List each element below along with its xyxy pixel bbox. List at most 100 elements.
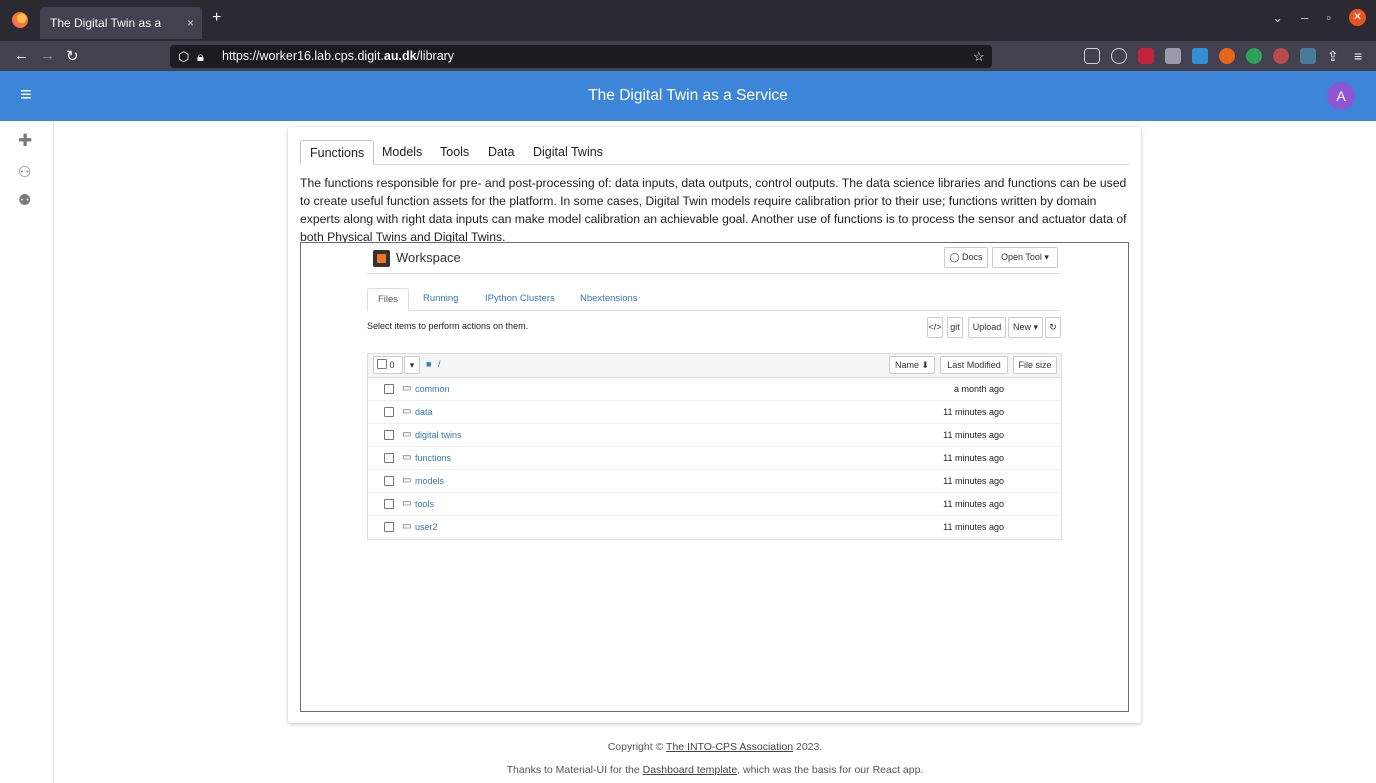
file-modified: a month ago: [953, 384, 1004, 394]
path-root[interactable]: /: [438, 359, 441, 369]
select-dropdown-button[interactable]: ▾: [404, 356, 420, 374]
browser-tab[interactable]: The Digital Twin as a Service ×: [40, 7, 202, 62]
tab-models[interactable]: Models: [373, 140, 431, 165]
upload-button[interactable]: Upload: [968, 317, 1006, 338]
main-card: Functions Models Tools Data Digital Twin…: [288, 127, 1141, 723]
file-row[interactable]: ▭ tools 11 minutes ago: [368, 493, 1061, 516]
jtab-ipython-clusters[interactable]: IPython Clusters: [475, 288, 565, 311]
file-row[interactable]: ▭ models 11 minutes ago: [368, 470, 1061, 493]
file-row[interactable]: ▭ digital twins 11 minutes ago: [368, 424, 1061, 447]
extension-red-icon[interactable]: [1273, 48, 1289, 64]
new-tab-button[interactable]: +: [212, 9, 221, 27]
row-checkbox[interactable]: [384, 384, 394, 394]
file-name-link[interactable]: data: [415, 407, 433, 417]
tab-tools[interactable]: Tools: [431, 140, 478, 165]
file-row[interactable]: ▭ data 11 minutes ago: [368, 401, 1061, 424]
avatar[interactable]: A: [1327, 82, 1355, 110]
folder-icon: ▭: [402, 383, 412, 394]
folder-icon: ▭: [402, 452, 412, 463]
people-icon[interactable]: ⚇: [18, 163, 31, 181]
puzzle-piece-icon[interactable]: ✚: [18, 131, 32, 151]
folder-icon[interactable]: ■: [426, 359, 431, 369]
select-all-button[interactable]: 0: [373, 356, 403, 374]
sort-modified-button[interactable]: Last Modified: [940, 356, 1008, 374]
app-title: The Digital Twin as a Service: [588, 87, 788, 104]
forward-icon[interactable]: →: [40, 47, 55, 64]
extension-icon[interactable]: [1165, 48, 1181, 64]
sidebar: ✚ ⚇ ⚉: [0, 121, 54, 783]
copyright-suffix: 2023.: [793, 741, 823, 753]
row-checkbox[interactable]: [384, 522, 394, 532]
lock-icon[interactable]: 🔒︎: [197, 45, 204, 68]
docs-button[interactable]: ◯ Docs: [944, 247, 988, 268]
file-row[interactable]: ▭ user2 11 minutes ago: [368, 516, 1061, 539]
share-icon[interactable]: ⇪: [1327, 48, 1343, 64]
github-icon: ◯: [949, 252, 963, 262]
file-name-link[interactable]: tools: [415, 499, 434, 509]
file-row[interactable]: ▭ common a month ago: [368, 378, 1061, 401]
extension-blue-icon[interactable]: [1300, 48, 1316, 64]
url-prefix: https://worker16.lab.cps.digit.: [222, 49, 384, 63]
pocket-icon[interactable]: [1084, 48, 1100, 64]
browser-tab-strip: The Digital Twin as a Service × + ⌄ – ▫ …: [0, 0, 1376, 62]
users-settings-icon[interactable]: ⚉: [18, 191, 31, 209]
thanks-prefix: Thanks to Material-UI for the: [506, 764, 643, 776]
file-name-link[interactable]: user2: [415, 522, 438, 532]
row-checkbox[interactable]: [384, 430, 394, 440]
account-icon[interactable]: [1111, 48, 1127, 64]
file-modified: 11 minutes ago: [943, 522, 1004, 532]
code-button[interactable]: </>: [927, 317, 943, 338]
into-cps-link[interactable]: The INTO-CPS Association: [666, 741, 793, 753]
shield-icon[interactable]: ⬡: [178, 45, 189, 68]
sort-name-button[interactable]: Name ⬇: [889, 356, 935, 374]
extension-green-icon[interactable]: [1246, 48, 1262, 64]
jupyter-tabs: Files Running IPython Clusters Nbextensi…: [367, 288, 1061, 311]
file-name-link[interactable]: functions: [415, 453, 451, 463]
row-checkbox[interactable]: [384, 453, 394, 463]
extension-badge-icon[interactable]: [1192, 48, 1208, 64]
header-divider: [367, 273, 1061, 274]
restore-icon[interactable]: ▫: [1326, 10, 1331, 25]
file-name-link[interactable]: digital twins: [415, 430, 462, 440]
jtab-files[interactable]: Files: [367, 288, 410, 311]
jtab-running[interactable]: Running: [413, 288, 468, 311]
new-dropdown-button[interactable]: New ▾: [1008, 317, 1043, 338]
file-list: 0 ▾ ■ / Name ⬇ Last Modified File size ▭…: [367, 353, 1062, 540]
open-tool-button[interactable]: Open Tool ▾: [992, 247, 1058, 268]
file-list-header: 0 ▾ ■ / Name ⬇ Last Modified File size: [368, 354, 1061, 378]
folder-icon: ▭: [402, 429, 412, 440]
duckduckgo-icon[interactable]: [1219, 48, 1235, 64]
reload-icon[interactable]: ↻: [66, 47, 79, 65]
file-row[interactable]: ▭ functions 11 minutes ago: [368, 447, 1061, 470]
row-checkbox[interactable]: [384, 476, 394, 486]
git-button[interactable]: git: [947, 317, 963, 338]
menu-icon[interactable]: ≡: [1354, 48, 1370, 64]
back-icon[interactable]: ←: [14, 47, 29, 64]
tab-data[interactable]: Data: [479, 140, 523, 165]
dashboard-template-link[interactable]: Dashboard template: [643, 764, 738, 776]
row-checkbox[interactable]: [384, 499, 394, 509]
row-checkbox[interactable]: [384, 407, 394, 417]
url-bar[interactable]: ⬡ 🔒︎ https://worker16.lab.cps.digit.au.d…: [170, 45, 992, 68]
tab-list-icon[interactable]: ⌄: [1272, 10, 1283, 26]
bookmark-star-icon[interactable]: ☆: [973, 45, 985, 68]
file-name-link[interactable]: common: [415, 384, 450, 394]
close-tab-icon[interactable]: ×: [187, 7, 194, 39]
tab-digital-twins[interactable]: Digital Twins: [524, 140, 612, 165]
select-hint: Select items to perform actions on them.: [367, 321, 529, 331]
firefox-logo-icon: [12, 12, 28, 28]
file-modified: 11 minutes ago: [943, 407, 1004, 417]
folder-icon: ▭: [402, 498, 412, 509]
tab-functions[interactable]: Functions: [300, 140, 375, 165]
file-modified: 11 minutes ago: [943, 453, 1004, 463]
window-close-icon[interactable]: ✕: [1349, 9, 1366, 26]
minimize-icon[interactable]: –: [1301, 10, 1308, 25]
jtab-nbextensions[interactable]: Nbextensions: [570, 288, 648, 311]
file-name-link[interactable]: models: [415, 476, 444, 486]
file-modified: 11 minutes ago: [943, 476, 1004, 486]
refresh-button[interactable]: ↻: [1045, 317, 1061, 338]
library-tabs: Functions Models Tools Data Digital Twin…: [300, 140, 1129, 165]
sort-size-button[interactable]: File size: [1013, 356, 1057, 374]
ublock-icon[interactable]: [1138, 48, 1154, 64]
select-all-checkbox[interactable]: [377, 359, 387, 369]
